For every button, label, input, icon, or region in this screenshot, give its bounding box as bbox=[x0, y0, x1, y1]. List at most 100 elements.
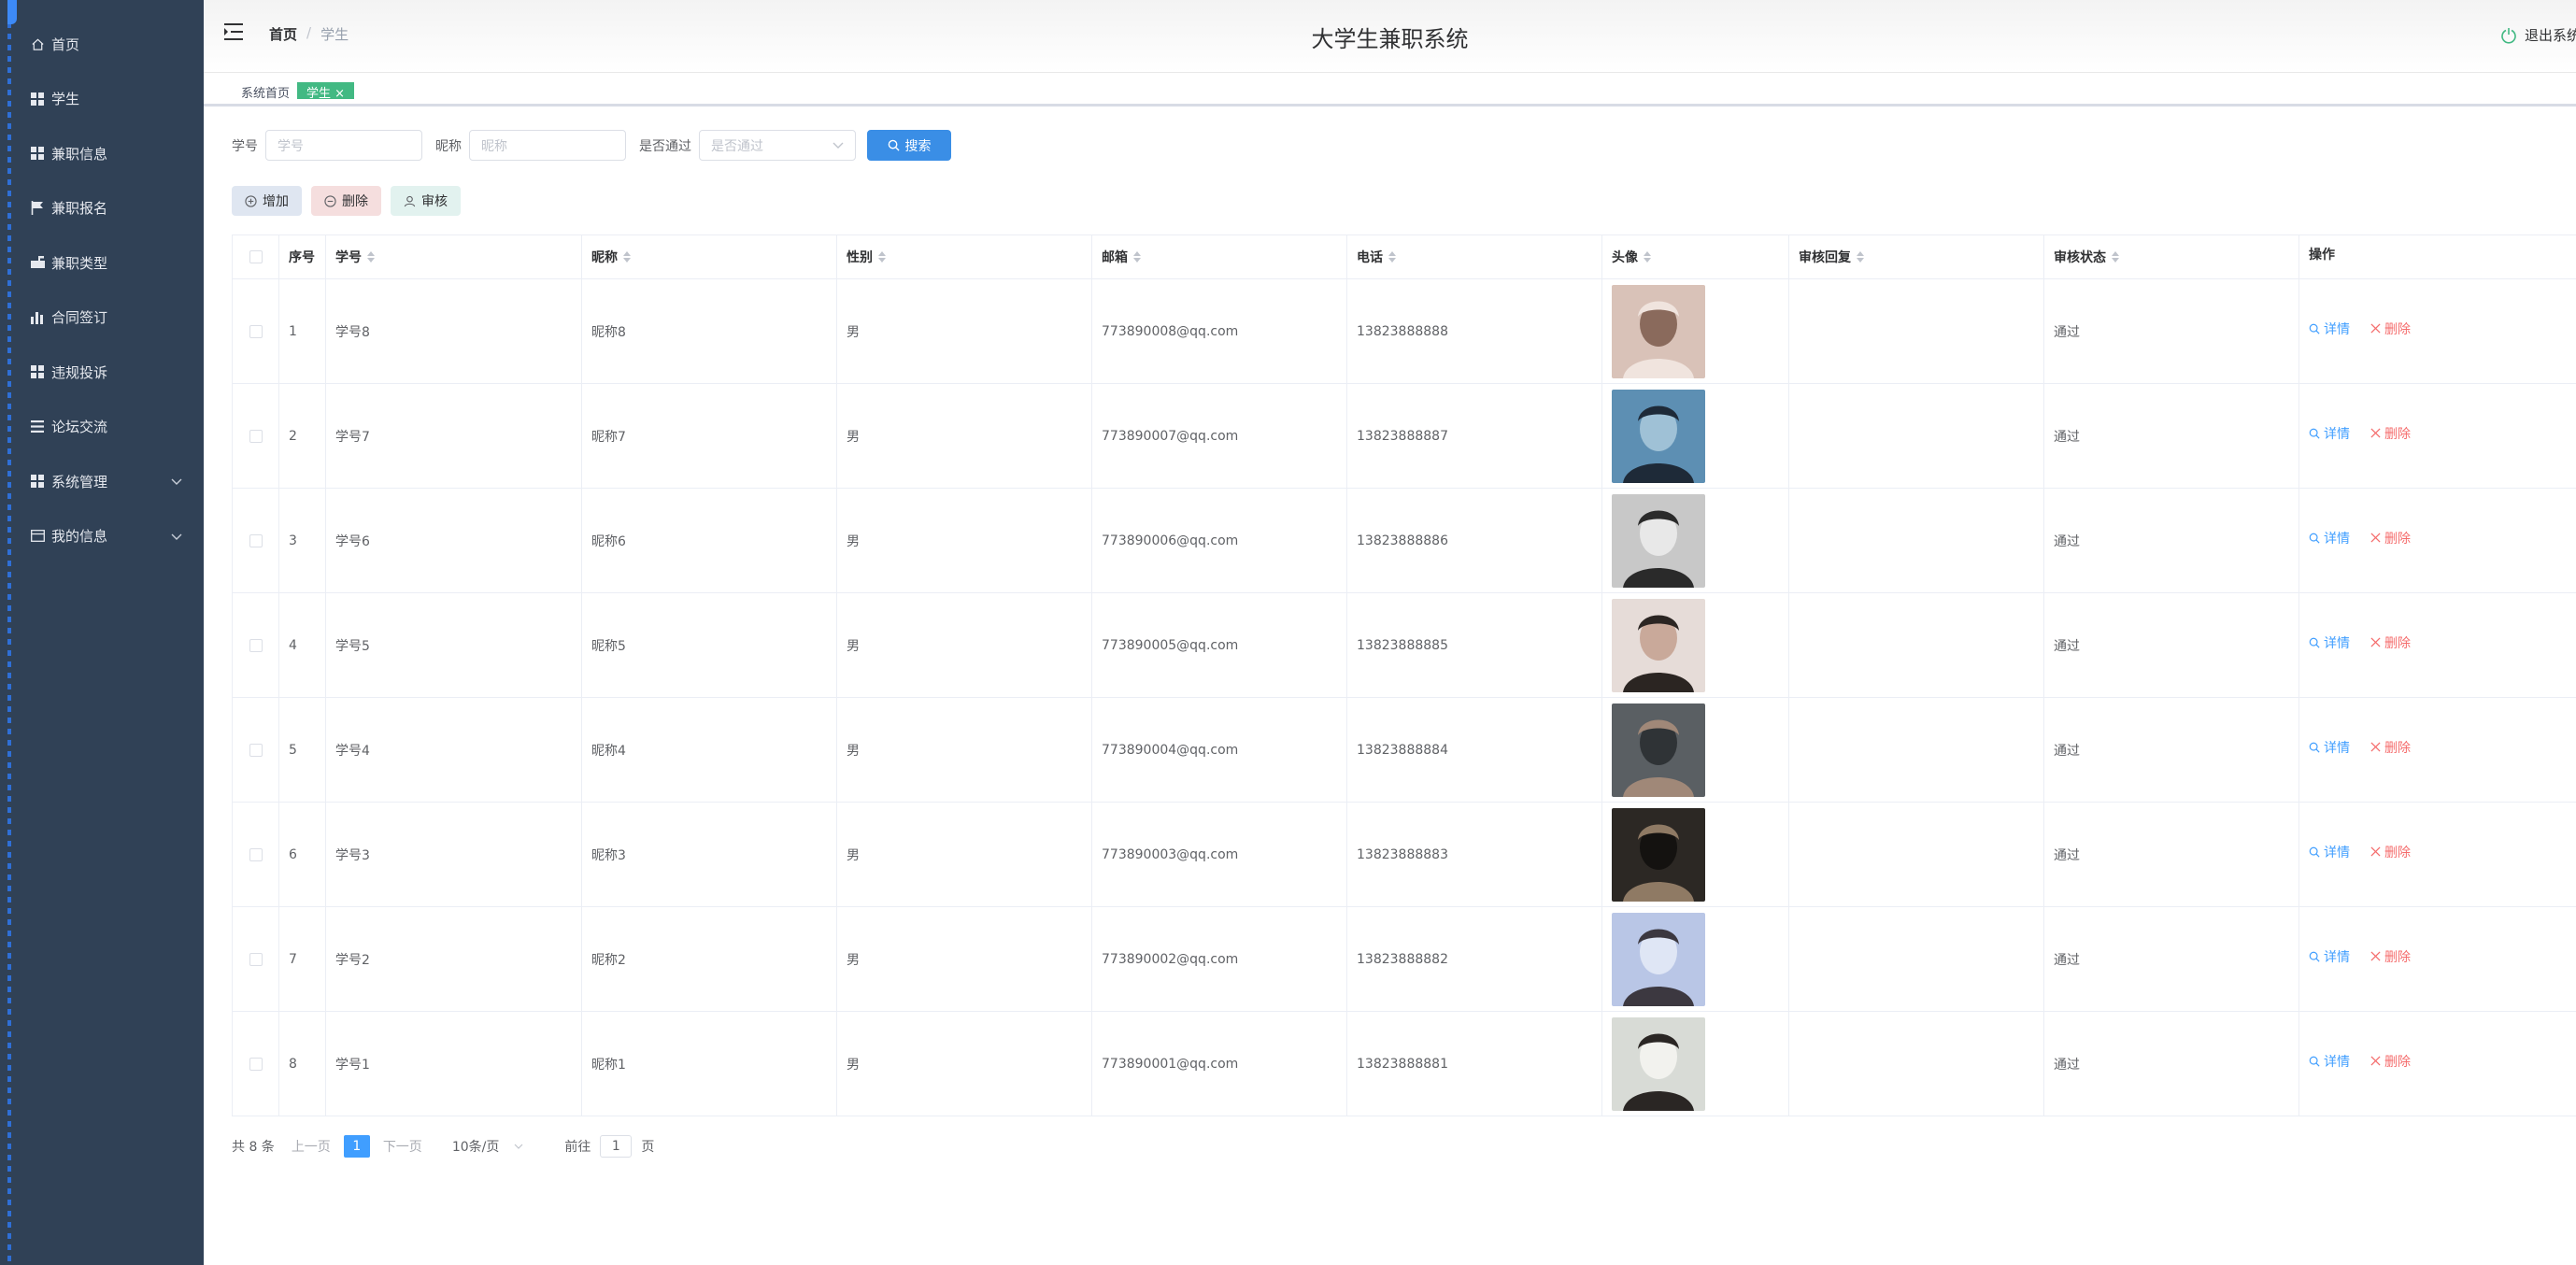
logout-button[interactable]: 退出系统 bbox=[2500, 25, 2576, 45]
sort-icon[interactable] bbox=[2112, 251, 2119, 263]
header-sex[interactable]: 性别 bbox=[837, 235, 1092, 278]
delete-button[interactable]: 删除 bbox=[2370, 1052, 2411, 1071]
detail-button[interactable]: 详情 bbox=[2309, 1052, 2350, 1071]
delete-label: 删除 bbox=[2384, 321, 2411, 337]
table-body: 1 学号8 昵称8 男 773890008@qq.com 13823888888 通过 详情删… bbox=[233, 279, 2576, 1116]
cell-sno: 学号2 bbox=[326, 907, 582, 1011]
cell-phone: 13823888885 bbox=[1347, 593, 1602, 697]
cell-sno-text: 学号6 bbox=[335, 533, 370, 549]
detail-label: 详情 bbox=[2324, 426, 2350, 442]
detail-button[interactable]: 详情 bbox=[2309, 633, 2350, 652]
sort-icon[interactable] bbox=[1133, 251, 1141, 263]
delete-button[interactable]: 删除 bbox=[2370, 320, 2411, 338]
row-checkbox[interactable] bbox=[249, 952, 263, 966]
header-index-label: 序号 bbox=[289, 250, 315, 265]
cell-nick-text: 昵称4 bbox=[591, 743, 626, 759]
header-index: 序号 bbox=[279, 235, 326, 278]
add-button[interactable]: 增加 bbox=[232, 186, 302, 216]
header-nick[interactable]: 昵称 bbox=[582, 235, 837, 278]
row-checkbox[interactable] bbox=[249, 743, 263, 757]
search-button[interactable]: 搜索 bbox=[867, 130, 951, 161]
avatar[interactable] bbox=[1612, 598, 1705, 692]
avatar[interactable] bbox=[1612, 493, 1705, 588]
detail-button[interactable]: 详情 bbox=[2309, 529, 2350, 547]
cell-sex-text: 男 bbox=[847, 847, 860, 863]
sidebar-item-3[interactable]: 兼职报名 bbox=[0, 181, 204, 236]
sort-icon[interactable] bbox=[623, 251, 631, 263]
batch-delete-label: 删除 bbox=[342, 194, 368, 209]
cell-email: 773890004@qq.com bbox=[1092, 698, 1347, 802]
delete-button[interactable]: 删除 bbox=[2370, 843, 2411, 861]
avatar[interactable] bbox=[1612, 807, 1705, 902]
nick-input[interactable]: 昵称 bbox=[469, 130, 626, 161]
header-reply[interactable]: 审核回复 bbox=[1789, 235, 2044, 278]
avatar[interactable] bbox=[1612, 389, 1705, 483]
pass-select[interactable]: 是否通过 bbox=[699, 130, 856, 161]
delete-button[interactable]: 删除 bbox=[2370, 633, 2411, 652]
sidebar-item-2[interactable]: 兼职信息 bbox=[0, 126, 204, 181]
row-checkbox[interactable] bbox=[249, 847, 263, 861]
row-checkbox[interactable] bbox=[249, 1057, 263, 1071]
tag-student-active[interactable]: 学生 × bbox=[297, 82, 355, 99]
header-avatar[interactable]: 头像 bbox=[1602, 235, 1789, 278]
header-email[interactable]: 邮箱 bbox=[1092, 235, 1347, 278]
avatar[interactable] bbox=[1612, 912, 1705, 1006]
avatar[interactable] bbox=[1612, 284, 1705, 378]
sidebar-item-1[interactable]: 学生 bbox=[0, 72, 204, 127]
page-1-button[interactable]: 1 bbox=[343, 1135, 370, 1158]
detail-label: 详情 bbox=[2324, 1054, 2350, 1070]
detail-button[interactable]: 详情 bbox=[2309, 320, 2350, 338]
detail-button[interactable]: 详情 bbox=[2309, 947, 2350, 966]
cell-email-text: 773890008@qq.com bbox=[1102, 323, 1239, 339]
sort-icon[interactable] bbox=[367, 251, 375, 263]
sidebar-item-9[interactable]: 我的信息 bbox=[0, 509, 204, 564]
detail-button[interactable]: 详情 bbox=[2309, 843, 2350, 861]
sno-input[interactable]: 学号 bbox=[265, 130, 422, 161]
sort-icon[interactable] bbox=[1857, 251, 1864, 263]
cell-index: 4 bbox=[279, 593, 326, 697]
delete-button[interactable]: 删除 bbox=[2370, 424, 2411, 443]
batch-delete-button[interactable]: 删除 bbox=[311, 186, 381, 216]
page-size-select[interactable]: 10条/页 bbox=[452, 1137, 524, 1156]
avatar[interactable] bbox=[1612, 703, 1705, 797]
cell-reply bbox=[1789, 279, 2044, 383]
pass-select-placeholder: 是否通过 bbox=[711, 138, 763, 154]
header-sno[interactable]: 学号 bbox=[326, 235, 582, 278]
row-select-cell bbox=[233, 593, 279, 697]
row-checkbox[interactable] bbox=[249, 533, 263, 547]
sidebar-item-8[interactable]: 系统管理 bbox=[0, 454, 204, 509]
sidebar-item-6[interactable]: 违规投诉 bbox=[0, 345, 204, 400]
sidebar-item-4[interactable]: 兼职类型 bbox=[0, 235, 204, 291]
sort-icon[interactable] bbox=[1388, 251, 1396, 263]
row-checkbox[interactable] bbox=[249, 429, 263, 443]
delete-button[interactable]: 删除 bbox=[2370, 529, 2411, 547]
goto-page-input[interactable]: 1 bbox=[600, 1135, 633, 1158]
cell-sno-text: 学号8 bbox=[335, 324, 370, 340]
detail-label: 详情 bbox=[2324, 321, 2350, 337]
tag-home[interactable]: 系统首页 bbox=[232, 82, 299, 107]
cell-nick-text: 昵称3 bbox=[591, 847, 626, 863]
sort-icon[interactable] bbox=[878, 251, 886, 263]
sort-icon[interactable] bbox=[1644, 251, 1651, 263]
detail-button[interactable]: 详情 bbox=[2309, 738, 2350, 757]
cell-nick-text: 昵称8 bbox=[591, 324, 626, 340]
prev-page-button[interactable]: 上一页 bbox=[292, 1137, 331, 1156]
cell-index: 8 bbox=[279, 1012, 326, 1116]
next-page-button[interactable]: 下一页 bbox=[383, 1137, 422, 1156]
sidebar-item-5[interactable]: 合同签订 bbox=[0, 291, 204, 346]
detail-button[interactable]: 详情 bbox=[2309, 424, 2350, 443]
sidebar-item-0[interactable]: 首页 bbox=[0, 17, 204, 72]
row-checkbox[interactable] bbox=[249, 324, 263, 338]
delete-button[interactable]: 删除 bbox=[2370, 738, 2411, 757]
header-phone[interactable]: 电话 bbox=[1347, 235, 1602, 278]
avatar[interactable] bbox=[1612, 1016, 1705, 1111]
header-phone-label: 电话 bbox=[1357, 250, 1383, 265]
header: 首页 / 学生 大学生兼职系统 退出系统 bbox=[204, 0, 2576, 73]
select-all-checkbox[interactable] bbox=[249, 250, 263, 263]
audit-button[interactable]: 审核 bbox=[391, 186, 461, 216]
header-avatar-label: 头像 bbox=[1612, 250, 1638, 265]
header-status[interactable]: 审核状态 bbox=[2044, 235, 2299, 278]
sidebar-item-7[interactable]: 论坛交流 bbox=[0, 400, 204, 455]
row-checkbox[interactable] bbox=[249, 638, 263, 652]
delete-button[interactable]: 删除 bbox=[2370, 947, 2411, 966]
